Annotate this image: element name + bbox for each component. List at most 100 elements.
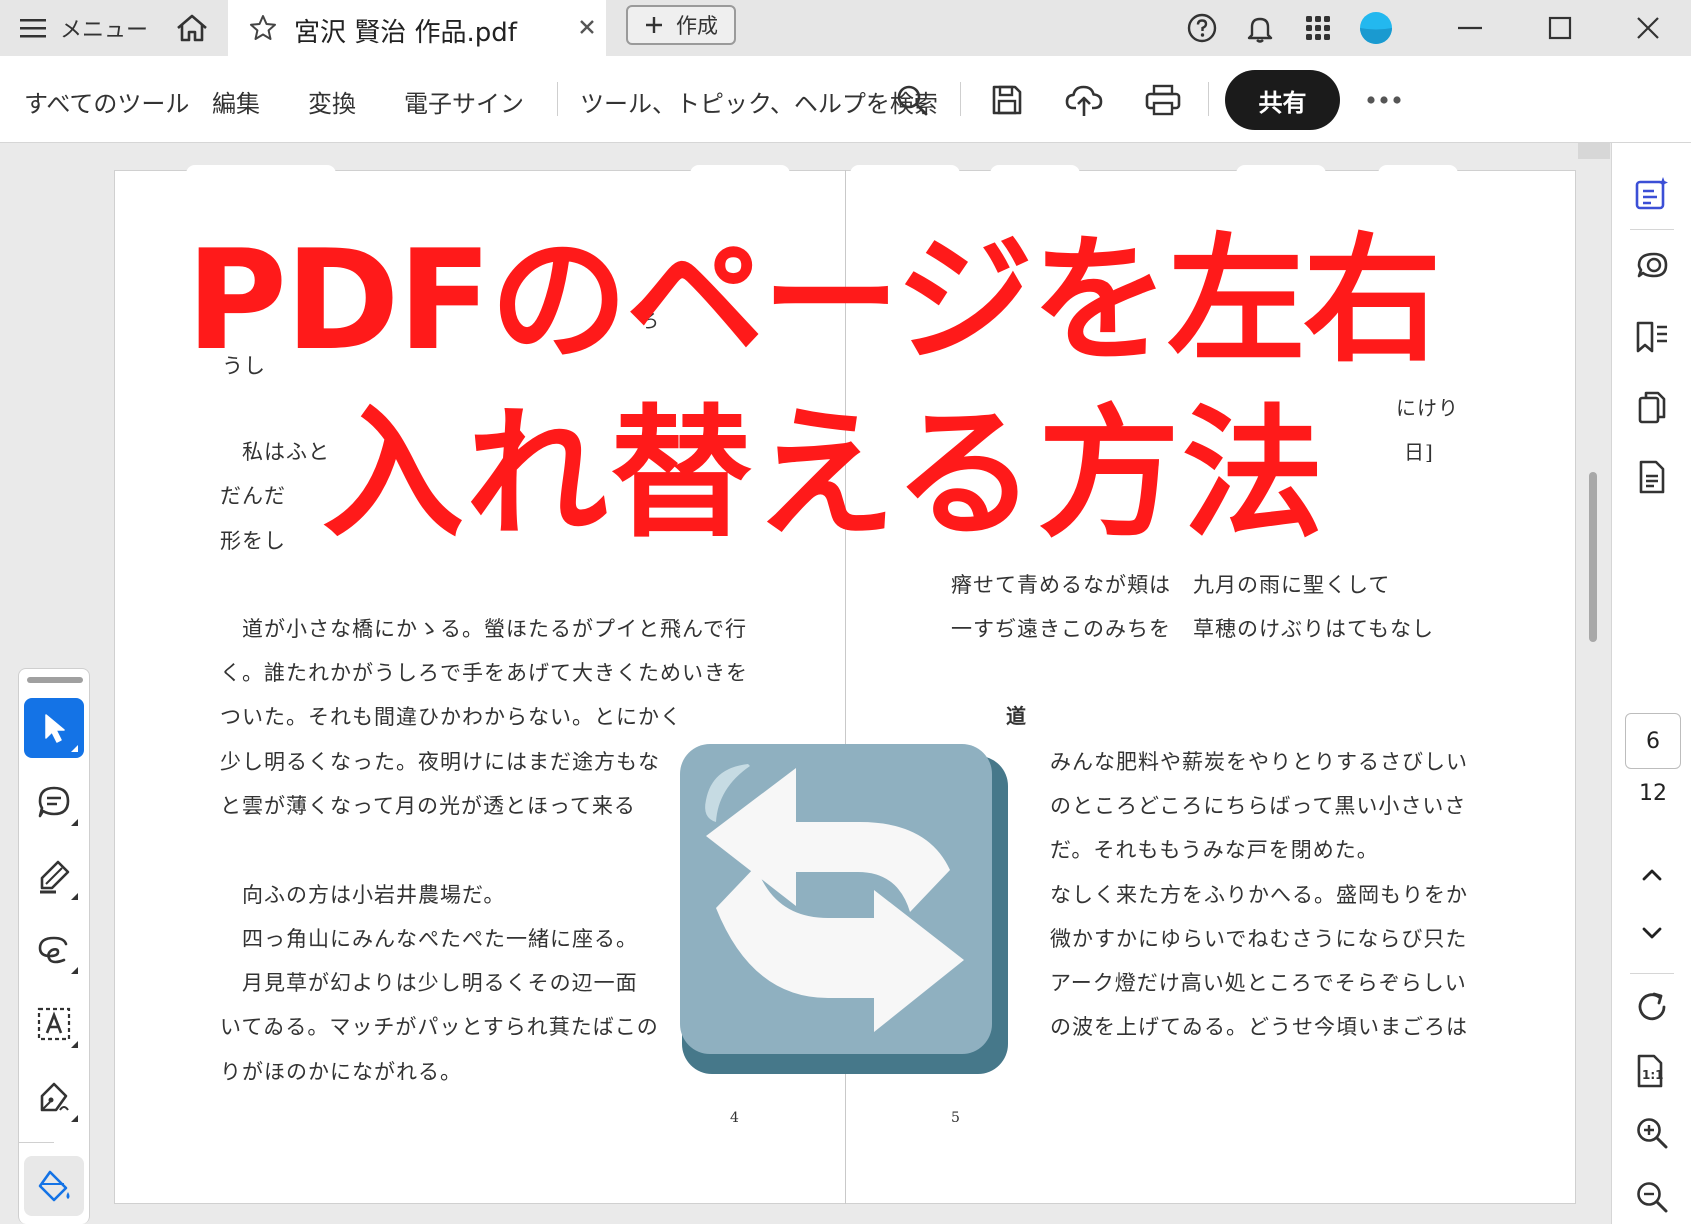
decorative-wave: [850, 165, 960, 183]
help-icon[interactable]: [1184, 10, 1220, 46]
text-line: 向ふの方は小岩井農場だ。: [242, 883, 506, 907]
text-line: 月見草が幻よりは少し明るくその辺一面: [242, 971, 638, 995]
nav-e-sign[interactable]: 電子サイン: [404, 84, 524, 119]
cloud-upload-icon[interactable]: [1064, 80, 1104, 120]
comments-panel-icon[interactable]: [1632, 247, 1672, 287]
search-box[interactable]: ツール、トピック、ヘルプを検索: [580, 84, 938, 119]
select-tool-button[interactable]: [24, 698, 84, 758]
decorative-wave: [990, 165, 1080, 183]
zoom-out-icon[interactable]: [1632, 1177, 1672, 1217]
menu-label: メニュー: [60, 18, 149, 43]
text-line: いてゐる。マッチがパッとすられ萁たばこの: [220, 1015, 659, 1039]
text-line: みんな肥料や薪炭をやりとりするさびしい: [1050, 750, 1468, 774]
avatar[interactable]: [1358, 10, 1394, 46]
toolbar-divider: [960, 82, 961, 116]
text-line: 道が小さな橋にかゝる。螢ほたるがプイと飛んで行: [242, 617, 747, 641]
drag-handle[interactable]: [27, 677, 83, 683]
text-fragment: にけり: [1396, 396, 1459, 420]
document-tab[interactable]: 宮沢 賢治 作品.pdf: [228, 0, 606, 56]
next-page-icon[interactable]: [1632, 913, 1672, 953]
maximize-icon[interactable]: [1542, 10, 1578, 46]
document-properties-icon[interactable]: [1632, 457, 1672, 497]
text-line: の波を上げてゐる。どうせ今頃いまごろは: [1050, 1015, 1468, 1039]
text-line: 四っ角山にみんなぺたぺた一緒に座る。: [242, 927, 638, 951]
rail-divider: [1630, 229, 1674, 230]
decorative-wave: [690, 165, 790, 183]
decorative-wave: [186, 165, 336, 183]
right-sidebar: 6 12 1:1: [1611, 143, 1691, 1224]
paint-bucket-icon: [36, 1168, 72, 1204]
search-icon[interactable]: [892, 80, 932, 120]
text-fragment: 私はふと: [242, 440, 330, 464]
hamburger-icon: [20, 17, 46, 39]
expand-corner-icon: [71, 967, 78, 974]
ai-assistant-icon[interactable]: [1632, 173, 1672, 213]
text-line: だ。それももうみな戸を閉めた。: [1050, 838, 1379, 862]
swap-arrows-icon: [678, 742, 1012, 1076]
vertical-scrollbar[interactable]: [1578, 143, 1610, 1224]
expand-corner-icon: [71, 745, 78, 752]
close-window-icon[interactable]: [1630, 10, 1666, 46]
expand-corner-icon: [71, 893, 78, 900]
pen-sign-icon: [36, 1080, 72, 1116]
decorative-wave: [1378, 165, 1458, 183]
poem-line: 一すぢ遠きこのみちを 草穂のけぶりはてもなし: [951, 617, 1434, 641]
scrollbar-thumb[interactable]: [1589, 472, 1597, 642]
toolbar-divider: [557, 82, 558, 116]
share-button[interactable]: 共有: [1225, 70, 1340, 130]
save-icon[interactable]: [987, 80, 1027, 120]
zoom-in-icon[interactable]: [1632, 1113, 1672, 1153]
fill-tool-button[interactable]: [24, 1156, 84, 1216]
home-icon: [175, 13, 209, 43]
section-heading: 道: [1006, 704, 1027, 728]
text-fragment: 日]: [1404, 440, 1434, 464]
tools-divider: [18, 1142, 54, 1143]
print-icon[interactable]: [1143, 80, 1183, 120]
text-tool-button[interactable]: [24, 994, 84, 1054]
current-page-input[interactable]: 6: [1625, 713, 1681, 769]
pages-thumbnails-icon[interactable]: [1632, 387, 1672, 427]
apps-grid-icon[interactable]: [1300, 10, 1336, 46]
rail-divider: [1630, 973, 1674, 974]
previous-page-icon[interactable]: [1632, 855, 1672, 895]
toolbar: すべてのツール 編集 変換 電子サイン ツール、トピック、ヘルプを検索 共有: [0, 56, 1691, 143]
poem-line: 瘠せて青めるなが頬は 九月の雨に聖くして: [951, 573, 1391, 597]
create-button[interactable]: 作成: [626, 5, 736, 45]
text-fragment: だんだ: [220, 484, 286, 508]
total-pages: 12: [1639, 781, 1667, 806]
freehand-icon: [36, 934, 72, 966]
menu-button[interactable]: メニュー: [20, 12, 148, 44]
text-fragment: 形をし: [220, 529, 286, 553]
bell-icon[interactable]: [1242, 10, 1278, 46]
more-options-icon[interactable]: [1364, 80, 1404, 120]
text-line: りがほのかにながれる。: [220, 1060, 462, 1084]
sign-tool-button[interactable]: [24, 1068, 84, 1128]
nav-all-tools[interactable]: すべてのツール: [24, 84, 189, 119]
text-line: ついた。それも間違ひかわからない。とにかく: [220, 705, 682, 729]
star-icon[interactable]: [248, 13, 278, 43]
tab-title: 宮沢 賢治 作品.pdf: [294, 18, 517, 48]
expand-corner-icon: [71, 1115, 78, 1122]
decorative-wave: [1236, 165, 1326, 183]
expand-corner-icon: [71, 819, 78, 826]
text-line: 少し明るくなった。夜明けにはまだ途方もな: [220, 750, 660, 774]
nav-edit[interactable]: 編集: [212, 84, 260, 119]
text-box-icon: [36, 1006, 72, 1042]
draw-tool-button[interactable]: [24, 920, 84, 980]
rotate-icon[interactable]: [1632, 987, 1672, 1027]
comment-icon: [36, 784, 72, 820]
home-button[interactable]: [172, 10, 212, 46]
expand-corner-icon: [71, 1041, 78, 1048]
minimize-icon[interactable]: [1452, 10, 1488, 46]
page-number-right: 5: [951, 1110, 960, 1126]
cursor-icon: [40, 712, 68, 744]
bookmarks-icon[interactable]: [1632, 317, 1672, 357]
scrollbar-top-cap: [1578, 143, 1610, 159]
nav-convert[interactable]: 変換: [308, 84, 356, 119]
highlighter-icon: [36, 858, 72, 894]
plus-icon: [644, 15, 664, 35]
highlight-tool-button[interactable]: [24, 846, 84, 906]
actual-size-icon[interactable]: 1:1: [1632, 1051, 1672, 1091]
comment-tool-button[interactable]: [24, 772, 84, 832]
close-tab-icon[interactable]: [576, 16, 598, 38]
